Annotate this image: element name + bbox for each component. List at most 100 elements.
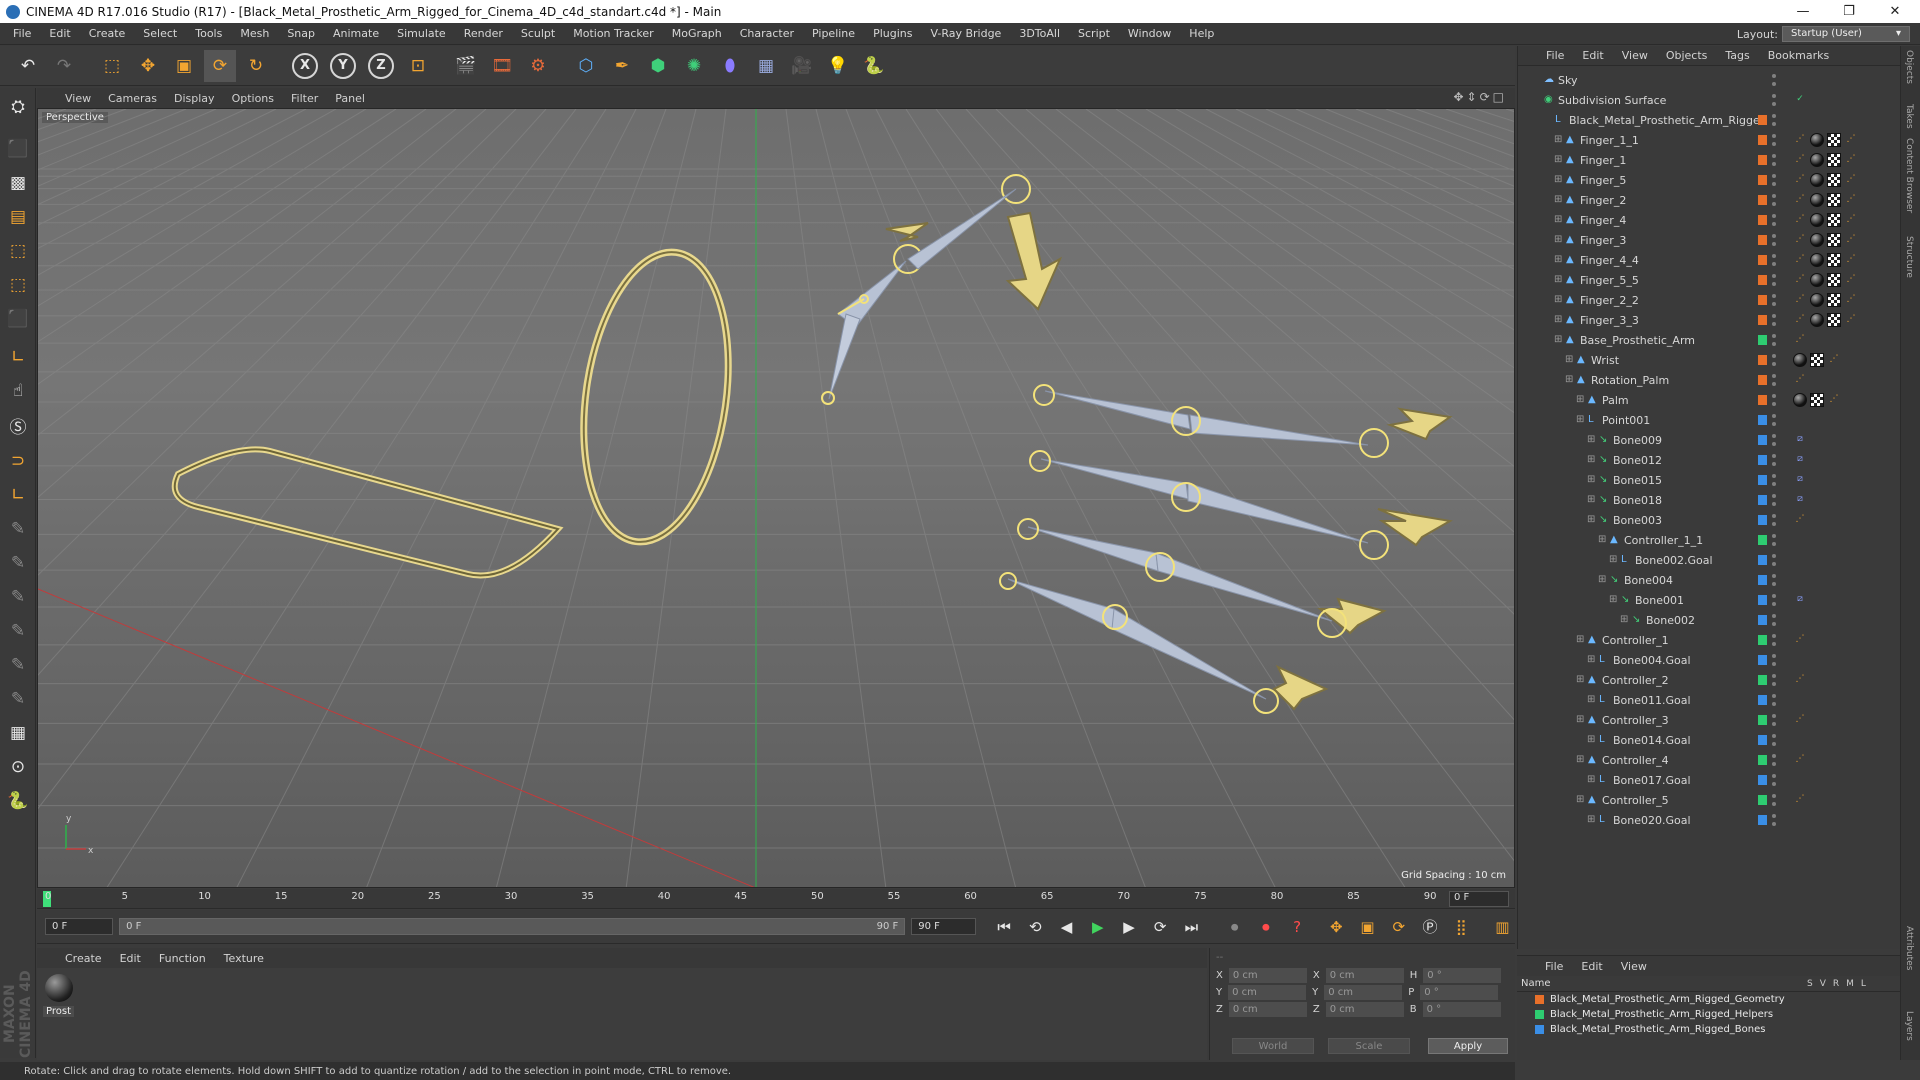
layer-color-swatch[interactable] [1758, 415, 1767, 425]
visibility-dots[interactable] [1772, 134, 1777, 146]
object-row[interactable]: ◉ Subdivision Surface ✓ [1518, 90, 1901, 110]
ik-tag-icon[interactable]: ⋰ [1793, 293, 1807, 307]
side-tab-layers[interactable]: Layers [1904, 1011, 1914, 1041]
ik-tag-icon[interactable]: ⋰ [1827, 393, 1841, 407]
subdivide-icon[interactable]: ⬢ [642, 50, 674, 82]
expand-icon[interactable]: ⊞ [1576, 715, 1586, 725]
object-menu-view[interactable]: View [1622, 49, 1648, 62]
visibility-dots[interactable] [1772, 694, 1777, 706]
object-row[interactable]: ⊞ ▲ Wrist ⋰ [1518, 350, 1901, 370]
ik-tag-icon[interactable]: ⋰ [1793, 333, 1807, 347]
menu-simulate[interactable]: Simulate [388, 27, 455, 40]
weight-tag-icon[interactable]: ⧄ [1793, 433, 1807, 447]
object-row[interactable]: ⊞ ↘ Bone009 ⧄ [1518, 430, 1901, 450]
ik-tag-icon[interactable]: ⋰ [1793, 193, 1807, 207]
object-row[interactable]: ⊞ ▲ Controller_2 ⋰ [1518, 670, 1901, 690]
layer-color-swatch[interactable] [1535, 1010, 1544, 1019]
material-tag-icon[interactable] [1810, 153, 1824, 167]
object-row[interactable]: ⊞ ▲ Controller_4 ⋰ [1518, 750, 1901, 770]
object-row[interactable]: ☁ Sky [1518, 70, 1901, 90]
ik-tag-icon[interactable]: ⋰ [1844, 153, 1858, 167]
render-view-icon[interactable]: 🎬 [450, 50, 482, 82]
redo-icon[interactable]: ↷ [48, 50, 80, 82]
layer-color-swatch[interactable] [1758, 515, 1767, 525]
layer-color-swatch[interactable] [1758, 675, 1767, 685]
layer-color-swatch[interactable] [1758, 175, 1767, 185]
viewport-menu-filter[interactable]: Filter [291, 92, 318, 105]
edges-mode-icon[interactable]: ⬚ [1, 270, 35, 300]
menu-v-ray-bridge[interactable]: V-Ray Bridge [921, 27, 1010, 40]
expand-icon[interactable]: ⊞ [1587, 435, 1597, 445]
autokey-icon[interactable]: ? [1284, 914, 1309, 940]
expand-icon[interactable]: ⊞ [1554, 255, 1564, 265]
visibility-dots[interactable] [1772, 634, 1777, 646]
visibility-dots[interactable] [1772, 354, 1777, 366]
layer-color-swatch[interactable] [1758, 655, 1767, 665]
visibility-dots[interactable] [1772, 594, 1777, 606]
visibility-dots[interactable] [1772, 214, 1777, 226]
menu-tools[interactable]: Tools [186, 27, 231, 40]
layer-color-swatch[interactable] [1758, 715, 1767, 725]
layer-color-swatch[interactable] [1758, 495, 1767, 505]
visibility-dots[interactable] [1772, 194, 1777, 206]
visibility-dots[interactable] [1772, 174, 1777, 186]
expand-icon[interactable]: ⊞ [1554, 335, 1564, 345]
expand-icon[interactable]: ⊞ [1587, 475, 1597, 485]
visibility-dots[interactable] [1772, 114, 1777, 126]
layer-menu-file[interactable]: File [1545, 960, 1563, 973]
visibility-dots[interactable] [1772, 814, 1777, 826]
material-tag-icon[interactable] [1810, 293, 1824, 307]
visibility-dots[interactable] [1772, 534, 1777, 546]
magnet-icon[interactable]: ⊃ [1, 446, 35, 476]
material-tag-icon[interactable] [1793, 353, 1807, 367]
expand-icon[interactable]: ⊞ [1554, 155, 1564, 165]
layer-color-swatch[interactable] [1758, 475, 1767, 485]
texture-tag-icon[interactable] [1827, 213, 1841, 227]
menu-help[interactable]: Help [1180, 27, 1223, 40]
workplane-icon[interactable]: ▤ [1, 202, 35, 232]
ik-tag-icon[interactable]: ⋰ [1793, 273, 1807, 287]
ik-tag-icon[interactable]: ⋰ [1793, 373, 1807, 387]
object-menu-tags[interactable]: Tags [1725, 49, 1749, 62]
visibility-dots[interactable] [1772, 314, 1777, 326]
preview-range-slider[interactable]: 0 F 90 F [119, 918, 906, 935]
record-active-icon[interactable]: ⏺ [1222, 914, 1247, 940]
z-axis-icon[interactable]: Z [368, 52, 394, 79]
layer-color-swatch[interactable] [1758, 455, 1767, 465]
layer-row[interactable]: Black_Metal_Prosthetic_Arm_Rigged_Geomet… [1517, 992, 1900, 1007]
timeline-ruler[interactable]: 0 F 0 5 10 15 20 25 30 35 40 45 50 55 60 65 70 75 80 85 90 [37, 889, 1515, 909]
object-row[interactable]: ⊞ L Bone020.Goal [1518, 810, 1901, 830]
texture-tag-icon[interactable] [1810, 393, 1824, 407]
weight-tag-icon[interactable]: ⧄ [1793, 493, 1807, 507]
expand-icon[interactable]: ⊞ [1554, 215, 1564, 225]
ik-tag-icon[interactable]: ⋰ [1844, 133, 1858, 147]
key-param-icon[interactable]: Ⓟ [1417, 914, 1442, 940]
expand-icon[interactable]: ⊞ [1554, 135, 1564, 145]
expand-icon[interactable]: ⊞ [1587, 775, 1597, 785]
coord-space-dropdown[interactable]: World [1232, 1038, 1314, 1054]
rotate-alt-icon[interactable]: ↻ [240, 50, 272, 82]
layer-color-swatch[interactable] [1758, 335, 1767, 345]
object-row[interactable]: ⊞ ▲ Finger_1_1 ⋰ ⋰ [1518, 130, 1901, 150]
ik-tag-icon[interactable]: ⋰ [1793, 513, 1807, 527]
next-key-icon[interactable]: ⟳ [1148, 914, 1173, 940]
ik-tag-icon[interactable]: ⋰ [1844, 173, 1858, 187]
paint-icon-4[interactable]: ✎ [1, 616, 35, 646]
camera-icon[interactable]: 🎥 [786, 50, 818, 82]
layer-color-swatch[interactable] [1758, 375, 1767, 385]
texture-tag-icon[interactable] [1827, 293, 1841, 307]
visibility-dots[interactable] [1772, 474, 1777, 486]
object-row[interactable]: ⊞ ▲ Palm ⋰ [1518, 390, 1901, 410]
ik-tag-icon[interactable]: ⋰ [1793, 713, 1807, 727]
visibility-dots[interactable] [1772, 234, 1777, 246]
layout-dropdown[interactable]: Startup (User) ▾ [1782, 26, 1910, 42]
ik-tag-icon[interactable]: ⋰ [1793, 253, 1807, 267]
expand-icon[interactable]: ⊞ [1587, 495, 1597, 505]
object-menu-file[interactable]: File [1546, 49, 1564, 62]
coord-pos-field-y[interactable]: 0 cm [1228, 985, 1307, 1000]
material-tag-icon[interactable] [1810, 233, 1824, 247]
object-row[interactable]: ⊞ ▲ Finger_5 ⋰ ⋰ [1518, 170, 1901, 190]
side-tab-content-browser[interactable]: Content Browser [1904, 138, 1914, 213]
visibility-dots[interactable] [1772, 554, 1777, 566]
visibility-dots[interactable] [1772, 74, 1777, 86]
